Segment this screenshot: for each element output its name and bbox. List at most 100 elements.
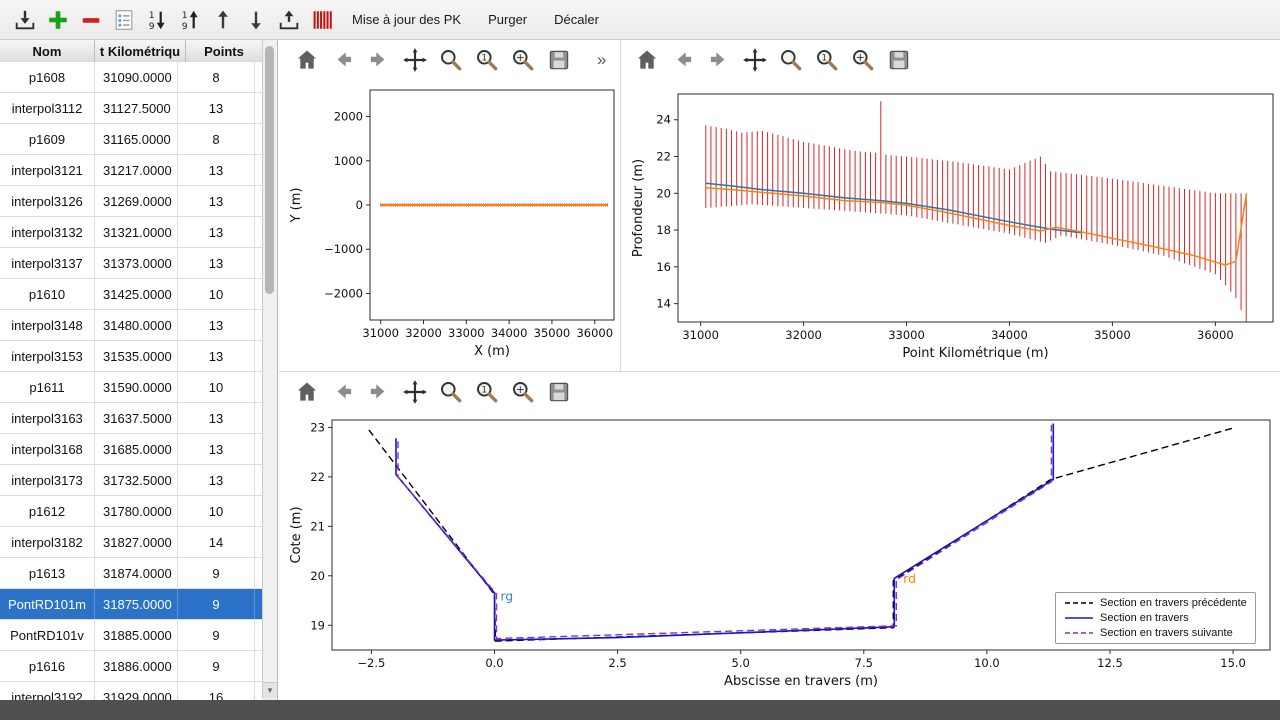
plan-view-chart[interactable]: 310003200033000340003500036000−2000−1000… [286, 80, 620, 372]
table-row[interactable]: interpol316331637.500013 [0, 403, 263, 434]
row-points: 13 [178, 248, 255, 278]
pattern-button[interactable] [309, 7, 335, 33]
zoom-plus-button[interactable]: + [849, 46, 877, 74]
pan-button[interactable] [401, 378, 429, 406]
cross-section-chart[interactable]: −2.50.02.55.07.510.012.515.01920212223Ab… [286, 412, 1280, 698]
row-pk: 31217.0000 [95, 155, 178, 185]
vertical-scrollbar[interactable]: ▼ [262, 40, 277, 699]
zoom-button[interactable] [437, 46, 465, 74]
menu-mise-a-jour-des-pk[interactable]: Mise à jour des PK [342, 12, 471, 27]
table-row[interactable]: PontRD101m31875.00009 [0, 589, 263, 620]
menu-decaler[interactable]: Décaler [544, 12, 609, 27]
forward-button[interactable] [705, 46, 733, 74]
sort-asc-button[interactable]: 19 [144, 7, 170, 33]
svg-text:14: 14 [656, 297, 671, 311]
pan-button[interactable] [741, 46, 769, 74]
column-header-points[interactable]: Points [186, 40, 263, 62]
row-name: interpol3112 [0, 93, 95, 123]
save-button[interactable] [545, 378, 573, 406]
table-row[interactable]: interpol313231321.000013 [0, 217, 263, 248]
column-header-nom[interactable]: Nom [0, 40, 95, 62]
row-points: 13 [178, 465, 255, 495]
table-row[interactable]: interpol314831480.000013 [0, 310, 263, 341]
forward-button[interactable] [365, 378, 393, 406]
depth-profile-chart[interactable]: 3100032000330003400035000360001416182022… [628, 80, 1280, 372]
table-row[interactable]: interpol316831685.000013 [0, 434, 263, 465]
save-button[interactable] [545, 46, 573, 74]
home-button[interactable] [293, 378, 321, 406]
zoom-icon [778, 47, 804, 73]
remove-button[interactable] [78, 7, 104, 33]
legend-label: Section en travers précédente [1100, 597, 1247, 609]
svg-text:20: 20 [310, 569, 325, 583]
row-pk: 31425.0000 [95, 279, 178, 309]
table-row[interactable]: interpol318231827.000014 [0, 527, 263, 558]
forward-button[interactable] [365, 46, 393, 74]
profile-plot-toolbar: 1+ [633, 44, 913, 76]
home-button[interactable] [293, 46, 321, 74]
import-icon [13, 8, 37, 32]
sort-desc-button[interactable]: 19 [177, 7, 203, 33]
svg-text:5.0: 5.0 [732, 656, 750, 670]
legend-label: Section en travers [1100, 612, 1189, 624]
column-header-point-kilometrique[interactable]: t Kilométriqu [95, 40, 186, 62]
table-header-row: Nom t Kilométriqu Points [0, 40, 277, 63]
import-button[interactable] [12, 7, 38, 33]
table-row[interactable]: interpol315331535.000013 [0, 341, 263, 372]
zoom-one-button[interactable]: 1 [473, 46, 501, 74]
table-row[interactable]: p161331874.00009 [0, 558, 263, 589]
zoom-plus-button[interactable]: + [509, 378, 537, 406]
menu-purger[interactable]: Purger [478, 12, 537, 27]
row-name: interpol3173 [0, 465, 95, 495]
scrollbar-thumb[interactable] [265, 46, 274, 294]
svg-text:35000: 35000 [1094, 328, 1131, 342]
save-button[interactable] [885, 46, 913, 74]
table-row[interactable]: interpol313731373.000013 [0, 248, 263, 279]
move-up-icon [211, 8, 235, 32]
table-row[interactable]: interpol312131217.000013 [0, 155, 263, 186]
table-row[interactable]: p161031425.000010 [0, 279, 263, 310]
add-button[interactable] [45, 7, 71, 33]
table-row[interactable]: interpol312631269.000013 [0, 186, 263, 217]
row-name: interpol3148 [0, 310, 95, 340]
table-row[interactable]: p161631886.00009 [0, 651, 263, 682]
table-row[interactable]: p160931165.00008 [0, 124, 263, 155]
row-name: p1610 [0, 279, 95, 309]
zoom-plus-button[interactable]: + [509, 46, 537, 74]
row-points: 9 [178, 558, 255, 588]
zoom-one-button[interactable]: 1 [813, 46, 841, 74]
svg-text:−2000: −2000 [324, 286, 363, 300]
plots-area: 1+» 1+ 310003200033000340003500036000−20… [279, 40, 1280, 700]
zoom-button[interactable] [777, 46, 805, 74]
svg-text:33000: 33000 [448, 326, 485, 340]
back-button[interactable] [329, 46, 357, 74]
table-row[interactable]: interpol317331732.500013 [0, 465, 263, 496]
zoom-one-icon: 1 [474, 47, 500, 73]
svg-text:0.0: 0.0 [485, 656, 503, 670]
toolbar-overflow-button[interactable]: » [597, 50, 606, 70]
zoom-one-button[interactable]: 1 [473, 378, 501, 406]
export-button[interactable] [276, 7, 302, 33]
table-row[interactable]: interpol311231127.500013 [0, 93, 263, 124]
table-row[interactable]: p161131590.000010 [0, 372, 263, 403]
zoom-plus-icon: + [510, 47, 536, 73]
form-button[interactable] [111, 7, 137, 33]
move-down-button[interactable] [243, 7, 269, 33]
home-button[interactable] [633, 46, 661, 74]
svg-text:19: 19 [310, 618, 325, 632]
back-button[interactable] [329, 378, 357, 406]
pan-button[interactable] [401, 46, 429, 74]
row-points: 13 [178, 403, 255, 433]
status-bar [0, 700, 1280, 720]
back-button[interactable] [669, 46, 697, 74]
scroll-down-button[interactable]: ▼ [263, 682, 277, 698]
svg-text:7.5: 7.5 [855, 656, 873, 670]
legend-entry: Section en travers précédente [1064, 597, 1247, 609]
table-row[interactable]: p161231780.000010 [0, 496, 263, 527]
zoom-button[interactable] [437, 378, 465, 406]
row-name: p1616 [0, 651, 95, 681]
move-up-button[interactable] [210, 7, 236, 33]
svg-text:31000: 31000 [362, 326, 399, 340]
table-row[interactable]: PontRD101v31885.00009 [0, 620, 263, 651]
table-row[interactable]: p160831090.00008 [0, 62, 263, 93]
